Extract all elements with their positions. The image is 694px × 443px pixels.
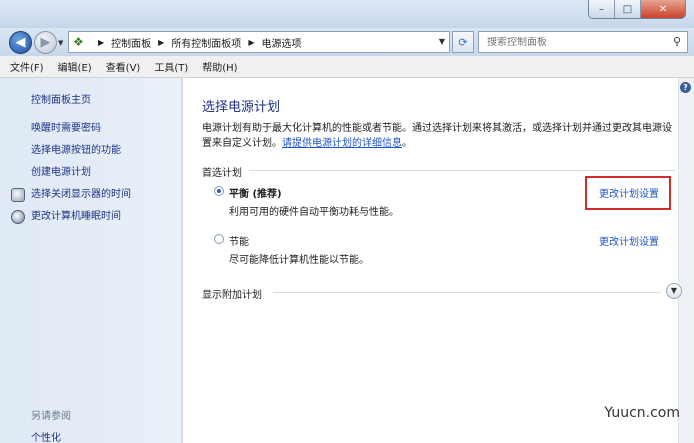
breadcrumb-power-options[interactable]: 电源选项 bbox=[261, 35, 301, 50]
title-bar: – □ ✕ bbox=[0, 0, 694, 28]
divider bbox=[273, 292, 661, 293]
chevron-right-icon[interactable]: ▶ bbox=[98, 38, 104, 47]
vertical-scrollbar[interactable]: ? bbox=[678, 78, 694, 443]
plan-power-saver-desc: 尽可能降低计算机性能以节能。 bbox=[229, 255, 369, 266]
sidebar-item-label: 创建电源计划 bbox=[31, 167, 91, 178]
search-box: ⚲ bbox=[478, 31, 688, 53]
help-icon[interactable]: ? bbox=[680, 82, 691, 93]
moon-icon bbox=[11, 210, 25, 224]
sidebar-item-label: 选择电源按钮的功能 bbox=[31, 145, 121, 156]
change-plan-settings-saver[interactable]: 更改计划设置 bbox=[599, 233, 659, 248]
refresh-icon: ⟳ bbox=[458, 35, 468, 49]
sidebar-item-display-off[interactable]: 选择关闭显示器的时间 bbox=[0, 188, 182, 210]
maximize-button[interactable]: □ bbox=[615, 0, 641, 18]
sidebar-item-create-plan[interactable]: 创建电源计划 bbox=[0, 166, 182, 188]
plan-power-saver-name[interactable]: 节能 bbox=[229, 233, 249, 248]
sidebar-item-label: 选择关闭显示器的时间 bbox=[31, 189, 131, 200]
minimize-button[interactable]: – bbox=[589, 0, 615, 18]
sidebar-item-wake-password[interactable]: 唤醒时需要密码 bbox=[0, 122, 182, 144]
plan-balanced-desc: 利用可用的硬件自动平衡功耗与性能。 bbox=[229, 207, 399, 218]
search-icon[interactable]: ⚲ bbox=[673, 35, 681, 48]
plan-balanced-name[interactable]: 平衡 (推荐) bbox=[229, 185, 282, 200]
personalize-link[interactable]: 个性化 bbox=[31, 429, 61, 443]
plan-balanced-radio[interactable] bbox=[214, 186, 224, 196]
watermark: Yuucn.com bbox=[604, 405, 680, 421]
forward-button[interactable]: ▶ bbox=[34, 31, 57, 54]
plan-power-saver-radio[interactable] bbox=[214, 234, 224, 244]
navigation-bar: ◀ ▶ ▼ ❖ ▶ 控制面板 ▶ 所有控制面板项 ▶ 电源选项 ▼ ⟳ ⚲ bbox=[0, 28, 694, 56]
description-end: 。 bbox=[402, 138, 412, 149]
highlight-box bbox=[585, 176, 671, 210]
see-also-heading: 另请参阅 bbox=[31, 411, 71, 422]
page-description: 电源计划有助于最大化计算机的性能或者节能。通过选择计划来将其激活，或选择计划并通… bbox=[202, 121, 680, 151]
plan-details-link[interactable]: 请提供电源计划的详细信息 bbox=[282, 138, 402, 149]
menu-help[interactable]: 帮助(H) bbox=[202, 59, 237, 74]
menu-view[interactable]: 查看(V) bbox=[106, 59, 141, 74]
close-button[interactable]: ✕ bbox=[641, 0, 685, 18]
sidebar-item-label: 更改计算机睡眠时间 bbox=[31, 211, 121, 222]
chevron-right-icon[interactable]: ▶ bbox=[248, 38, 254, 47]
preferred-plans-label: 首选计划 bbox=[202, 168, 242, 179]
sidebar-item-sleep-time[interactable]: 更改计算机睡眠时间 bbox=[0, 210, 182, 232]
address-dropdown-icon[interactable]: ▼ bbox=[439, 37, 445, 46]
page-title: 选择电源计划 bbox=[202, 100, 281, 115]
refresh-button[interactable]: ⟳ bbox=[452, 31, 474, 53]
expand-chevron-down-icon[interactable]: ▼ bbox=[666, 283, 682, 299]
sidebar-item-power-button[interactable]: 选择电源按钮的功能 bbox=[0, 144, 182, 166]
chevron-right-icon[interactable]: ▶ bbox=[158, 38, 164, 47]
sidebar-item-label: 唤醒时需要密码 bbox=[31, 123, 101, 134]
description-text: 电源计划有助于最大化计算机的性能或者节能。通过选择计划来将其激活，或选择计划并通… bbox=[202, 123, 672, 149]
left-pane: 控制面板主页 唤醒时需要密码 选择电源按钮的功能 创建电源计划 选择关闭显示器的… bbox=[0, 78, 182, 443]
search-input[interactable] bbox=[487, 36, 657, 48]
menu-tools[interactable]: 工具(T) bbox=[154, 59, 188, 74]
address-bar[interactable]: ❖ ▶ 控制面板 ▶ 所有控制面板项 ▶ 电源选项 ▼ bbox=[68, 31, 450, 53]
show-additional-plans-label[interactable]: 显示附加计划 bbox=[202, 286, 262, 301]
breadcrumb-control-panel[interactable]: 控制面板 bbox=[111, 35, 151, 50]
window-controls: – □ ✕ bbox=[588, 0, 686, 19]
breadcrumb-all-items[interactable]: 所有控制面板项 bbox=[171, 35, 241, 50]
back-button[interactable]: ◀ bbox=[9, 31, 32, 54]
divider bbox=[249, 170, 675, 171]
main-content: ? 选择电源计划 电源计划有助于最大化计算机的性能或者节能。通过选择计划来将其激… bbox=[183, 78, 694, 443]
menu-edit[interactable]: 编辑(E) bbox=[58, 59, 92, 74]
menu-bar: 文件(F) 编辑(E) 查看(V) 工具(T) 帮助(H) bbox=[0, 56, 694, 78]
monitor-icon bbox=[11, 188, 25, 202]
control-panel-icon: ❖ bbox=[73, 35, 84, 49]
control-panel-home-link[interactable]: 控制面板主页 bbox=[31, 91, 91, 106]
menu-file[interactable]: 文件(F) bbox=[10, 59, 44, 74]
sidebar-links: 唤醒时需要密码 选择电源按钮的功能 创建电源计划 选择关闭显示器的时间 更改计算… bbox=[0, 122, 182, 232]
history-dropdown-icon[interactable]: ▼ bbox=[58, 39, 63, 47]
